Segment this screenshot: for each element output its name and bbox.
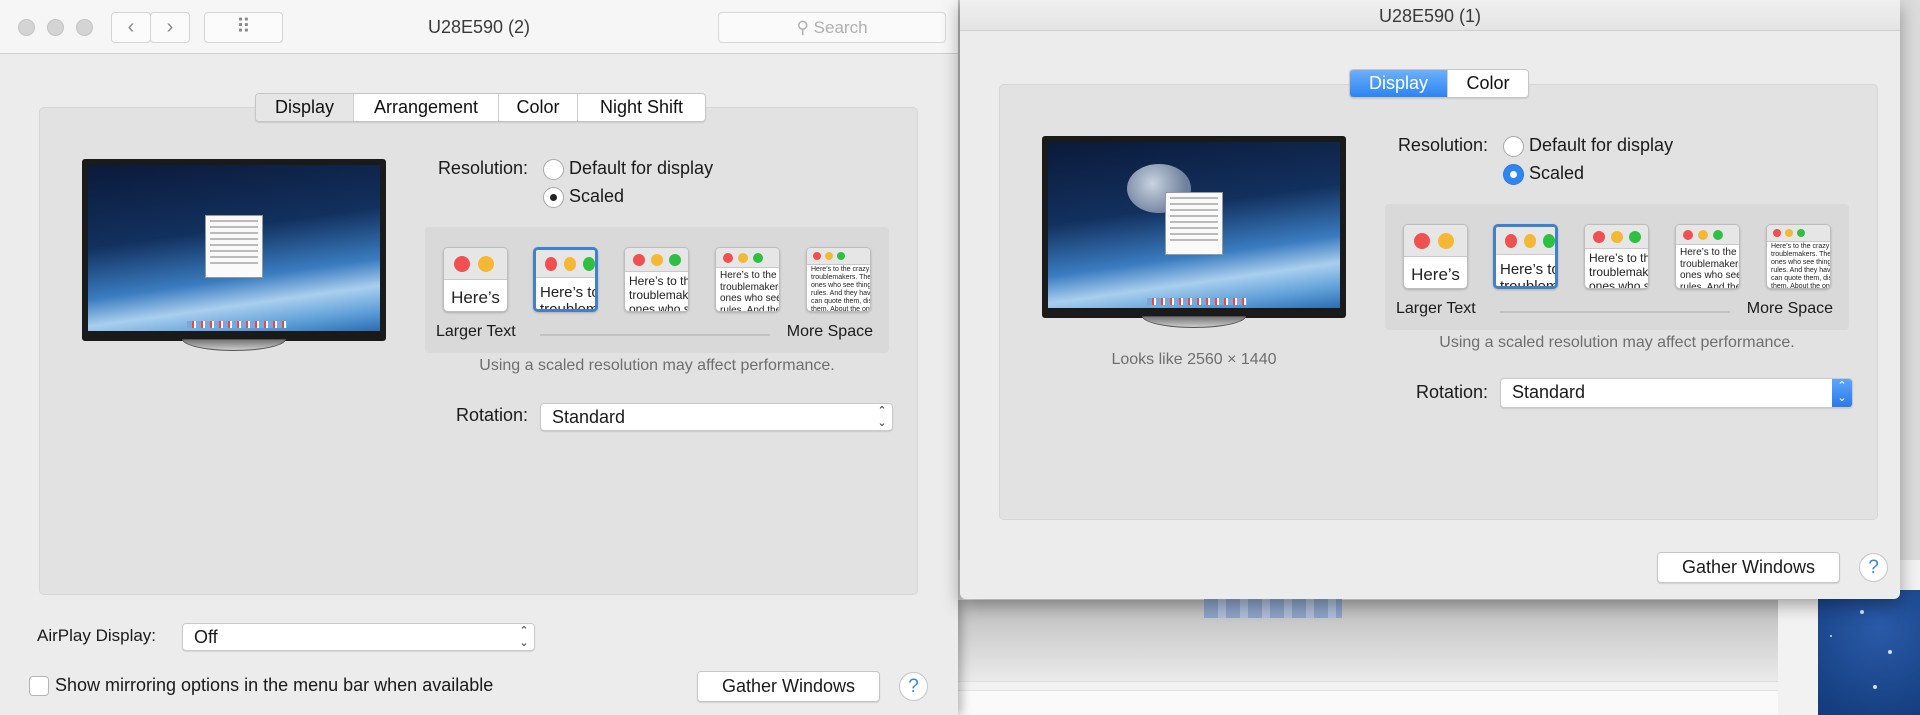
scale-option-1[interactable]: Here’s (443, 247, 508, 312)
radio-scaled[interactable] (1503, 164, 1524, 185)
larger-text-label: Larger Text (436, 323, 516, 340)
scale-option-4[interactable]: Here’s to the crazy troublemakers. The o… (1675, 224, 1740, 289)
radio-scaled[interactable] (543, 187, 564, 208)
scale-option-3[interactable]: Here’s to the troublemakers. ones who se… (624, 247, 689, 312)
radio-default-for-display[interactable] (543, 159, 564, 180)
updown-chevron-icon: ⌃ ⌄ (877, 405, 887, 429)
mirroring-checkbox-label: Show mirroring options in the menu bar w… (55, 675, 494, 695)
title-bar: U28E590 (1) (960, 0, 1900, 31)
scale-option-5[interactable]: Here’s to the crazy ones troublemakers. … (806, 247, 871, 312)
scale-option-4[interactable]: Here’s to the crazy troublemakers. The o… (715, 247, 780, 312)
tab-night-shift[interactable]: Night Shift (578, 94, 705, 121)
help-button[interactable]: ? (1859, 553, 1888, 582)
window-controls-icon (1496, 227, 1555, 255)
scaled-resolution-options: Here’s Here’s to the troublemakers Here’s … (1385, 204, 1849, 330)
display-prefs-window-1: U28E590 (1) Display Color Looks like 256… (960, 0, 1900, 599)
radio-scaled-label: Scaled (569, 186, 625, 206)
performance-note: Using a scaled resolution may affect per… (479, 357, 835, 374)
more-space-label: More Space (1746, 300, 1833, 317)
monitor-stand (182, 339, 286, 351)
monitor-preview (82, 159, 386, 351)
scale-option-sample-text: Here’s to the crazy troublemakers. The o… (720, 270, 780, 312)
rotation-select[interactable]: Standard ⌃ ⌄ (1500, 378, 1853, 408)
scale-track (1500, 311, 1730, 313)
window-controls-icon (625, 248, 688, 272)
updown-chevron-icon: ⌃ ⌄ (519, 625, 529, 649)
radio-default-label: Default for display (569, 158, 714, 178)
radio-scaled-label: Scaled (1529, 163, 1585, 183)
tab-color[interactable]: Color (1448, 70, 1528, 97)
window-controls-icon (716, 248, 779, 268)
search-icon: ⚲ (796, 18, 814, 37)
scale-option-2[interactable]: Here’s to the troublemakers (1493, 224, 1558, 289)
scale-option-sample-text: Here’s to the crazy ones troublemakers. … (1771, 243, 1831, 289)
background-window-section (958, 600, 1778, 682)
more-space-label: More Space (786, 323, 873, 340)
looks-like-resolution: Looks like 2560 × 1440 (1111, 351, 1277, 368)
desktop-preview (88, 165, 380, 331)
gather-windows-button[interactable]: Gather Windows (1657, 552, 1840, 583)
monitor-stand (1142, 316, 1246, 328)
tab-arrangement[interactable]: Arrangement (354, 94, 499, 121)
window-controls-icon (807, 248, 870, 265)
rotation-label: Rotation: (1415, 382, 1488, 402)
scale-track (540, 334, 770, 336)
scale-option-sample-text: Here’s (1411, 265, 1460, 284)
tab-display[interactable]: Display (256, 94, 354, 121)
window-controls-icon (1676, 225, 1739, 245)
scale-option-2[interactable]: Here’s to the troublemakers (533, 247, 598, 312)
scale-option-sample-text: Here’s to the crazy troublemakers. The o… (1680, 247, 1740, 289)
tab-color[interactable]: Color (499, 94, 578, 121)
mirroring-checkbox[interactable] (29, 676, 49, 696)
tab-display[interactable]: Display (1350, 70, 1448, 97)
tab-bar: Display Color (1349, 69, 1529, 98)
window-controls-icon (444, 248, 507, 280)
scale-option-sample-text: Here’s to the troublemakers (540, 284, 598, 312)
updown-chevron-icon: ⌃ ⌄ (1832, 379, 1852, 407)
gather-windows-button[interactable]: Gather Windows (697, 671, 880, 702)
rotation-select[interactable]: Standard ⌃ ⌄ (540, 403, 893, 431)
tab-bar: Display Arrangement Color Night Shift (255, 93, 706, 122)
larger-text-label: Larger Text (1396, 300, 1476, 317)
airplay-value: Off (194, 627, 218, 647)
radio-default-for-display[interactable] (1503, 136, 1524, 157)
rotation-value: Standard (552, 407, 626, 427)
window-controls-icon (1404, 225, 1467, 257)
scale-option-sample-text: Here’s to the troublemakers. ones who se… (1589, 251, 1649, 289)
window-controls-icon (1585, 225, 1648, 249)
display-prefs-window-2: ‹ › ⠿ U28E590 (2) ⚲ Search Display Arran… (0, 0, 958, 715)
scale-option-sample-text: Here’s to the troublemakers (1500, 261, 1558, 289)
window-title: U28E590 (1) (1378, 6, 1482, 26)
performance-note: Using a scaled resolution may affect per… (1439, 334, 1795, 351)
scale-option-3[interactable]: Here’s to the troublemakers. ones who se… (1584, 224, 1649, 289)
search-input[interactable]: ⚲ Search (718, 12, 946, 43)
window-controls-icon (1767, 225, 1830, 242)
scaled-resolution-options: Here’s Here’s to the troublemakers Here’s … (425, 227, 889, 353)
background-window-section (958, 690, 1778, 715)
monitor-preview (1042, 136, 1346, 328)
window-controls-icon (536, 250, 595, 278)
desktop-preview (1048, 142, 1340, 308)
scale-option-sample-text: Here’s to the crazy ones troublemakers. … (811, 266, 871, 312)
scale-option-1[interactable]: Here’s (1403, 224, 1468, 289)
toolbar: ‹ › ⠿ U28E590 (2) ⚲ Search (0, 0, 958, 54)
resolution-label: Resolution: (1397, 135, 1488, 155)
search-placeholder: Search (813, 18, 868, 37)
scale-option-sample-text: Here’s (451, 288, 500, 307)
help-button[interactable]: ? (899, 672, 928, 701)
blurred-text (1204, 599, 1342, 618)
rotation-value: Standard (1512, 382, 1586, 402)
scale-option-sample-text: Here’s to the troublemakers. ones who se… (629, 274, 689, 312)
rotation-label: Rotation: (455, 405, 528, 425)
desktop-wallpaper (1818, 590, 1920, 715)
resolution-label: Resolution: (437, 158, 528, 178)
airplay-label: AirPlay Display: (37, 626, 157, 645)
scale-option-5[interactable]: Here’s to the crazy ones troublemakers. … (1766, 224, 1831, 289)
airplay-select[interactable]: Off ⌃ ⌄ (182, 623, 535, 651)
radio-default-label: Default for display (1529, 135, 1674, 155)
